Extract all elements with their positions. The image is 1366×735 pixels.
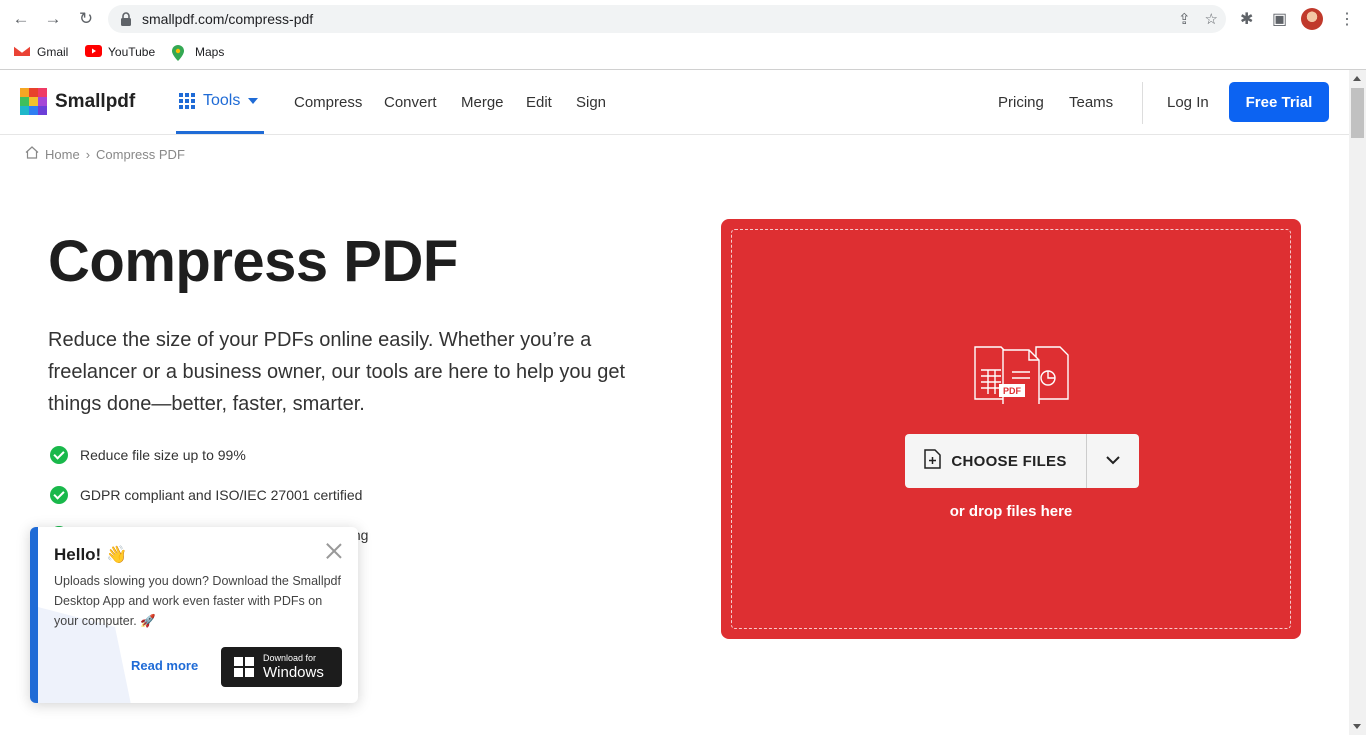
smallpdf-logo[interactable]: Smallpdf (20, 88, 135, 115)
bookmark-maps[interactable]: Maps (172, 45, 224, 61)
header-divider (1142, 82, 1143, 124)
scroll-thumb[interactable] (1351, 88, 1364, 138)
choose-files-button[interactable]: CHOOSE FILES (905, 434, 1086, 488)
pdf-badge: PDF (1003, 386, 1022, 396)
back-arrow-icon[interactable]: ← (10, 8, 32, 30)
file-add-icon (924, 449, 942, 473)
lock-icon (120, 12, 132, 26)
nav-merge[interactable]: Merge (461, 94, 504, 111)
browser-chrome: ← → ↻ smallpdf.com/compress-pdf ⇪ ☆ ✱ ▣ … (0, 0, 1366, 70)
feature-item: GDPR compliant and ISO/IEC 27001 certifi… (50, 486, 362, 504)
nav-sign[interactable]: Sign (576, 94, 606, 111)
side-panel-icon[interactable]: ▣ (1272, 9, 1287, 29)
maps-pin-icon (172, 45, 188, 61)
gmail-icon (13, 45, 31, 59)
desktop-app-popup: Hello! 👋 Uploads slowing you down? Downl… (30, 527, 358, 703)
nav-teams[interactable]: Teams (1069, 94, 1113, 111)
read-more-link[interactable]: Read more (131, 658, 198, 673)
popup-body: Uploads slowing you down? Download the S… (54, 574, 341, 628)
home-icon (25, 146, 39, 162)
grid-icon (179, 92, 195, 109)
site-header: Smallpdf Tools Compress Convert Merge Ed… (0, 70, 1349, 135)
nav-convert[interactable]: Convert (384, 94, 437, 111)
nav-edit[interactable]: Edit (526, 94, 552, 111)
nav-pricing[interactable]: Pricing (998, 94, 1044, 111)
bookmark-gmail[interactable]: Gmail (13, 45, 68, 59)
youtube-icon (85, 45, 102, 59)
windows-logo-icon (234, 657, 254, 677)
hero-description: Reduce the size of your PDFs online easi… (48, 329, 626, 415)
reload-icon[interactable]: ↻ (75, 8, 97, 30)
breadcrumb-home[interactable]: Home (45, 147, 80, 162)
documents-icon: PDF (972, 344, 1072, 409)
feature-item: Reduce file size up to 99% (50, 446, 246, 464)
popup-accent-bar (30, 527, 38, 703)
tools-menu[interactable]: Tools (176, 70, 264, 134)
caret-down-icon (248, 97, 259, 104)
bookmark-youtube[interactable]: YouTube (85, 45, 155, 59)
browser-menu-icon[interactable]: ⋮ (1339, 9, 1355, 29)
drop-hint: or drop files here (949, 503, 1073, 520)
breadcrumb-separator: › (85, 146, 91, 162)
chevron-down-icon (1106, 452, 1120, 470)
choose-files-dropdown[interactable] (1087, 434, 1139, 488)
scroll-up-icon[interactable] (1353, 76, 1361, 81)
scroll-down-icon[interactable] (1353, 724, 1361, 729)
profile-avatar[interactable] (1301, 8, 1323, 30)
close-icon[interactable] (324, 541, 344, 561)
popup-title: Hello! 👋 (54, 545, 128, 564)
download-windows-button[interactable]: Download for Windows (221, 647, 342, 687)
choose-files-button-group: CHOOSE FILES (905, 434, 1139, 488)
nav-compress[interactable]: Compress (294, 94, 362, 111)
bookmark-star-icon[interactable]: ☆ (1205, 10, 1218, 28)
breadcrumb: Home › Compress PDF (25, 146, 185, 162)
login-link[interactable]: Log In (1167, 94, 1209, 111)
extensions-puzzle-icon[interactable]: ✱ (1240, 9, 1253, 29)
check-circle-icon (50, 446, 68, 464)
share-icon[interactable]: ⇪ (1178, 10, 1191, 28)
check-circle-icon (50, 486, 68, 504)
page-scrollbar[interactable] (1349, 70, 1366, 735)
file-dropzone[interactable]: PDF CHOOSE FILES or drop files here (721, 219, 1301, 639)
url-text: smallpdf.com/compress-pdf (142, 11, 314, 27)
browser-toolbar: ← → ↻ smallpdf.com/compress-pdf ⇪ ☆ ✱ ▣ … (0, 0, 1366, 38)
smallpdf-logo-icon (20, 88, 47, 115)
page-title: Compress PDF (48, 229, 458, 294)
free-trial-button[interactable]: Free Trial (1229, 82, 1329, 122)
breadcrumb-current: Compress PDF (96, 146, 185, 162)
address-bar[interactable]: smallpdf.com/compress-pdf ⇪ ☆ (108, 5, 1226, 33)
dropzone-dashed-border: PDF CHOOSE FILES or drop files here (731, 229, 1291, 629)
forward-arrow-icon[interactable]: → (42, 8, 64, 30)
bookmarks-bar: Gmail YouTube Maps (0, 38, 1366, 70)
